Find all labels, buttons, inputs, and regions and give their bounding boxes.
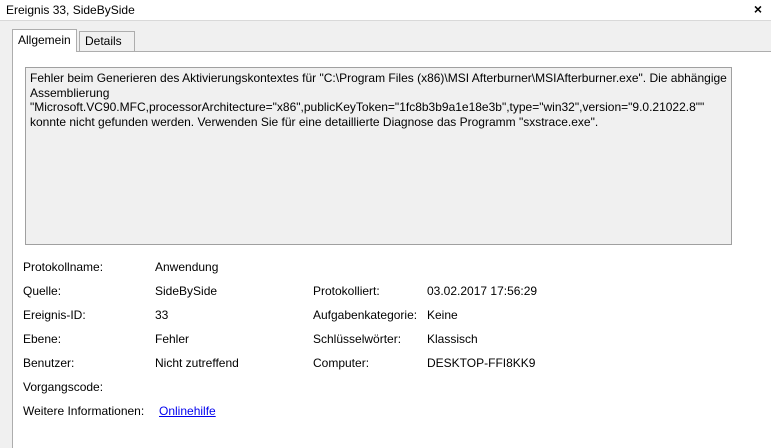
protokollname-value: Anwendung: [155, 260, 219, 274]
schluesselwoerter-value: Klassisch: [427, 332, 478, 346]
quelle-label: Quelle:: [23, 284, 62, 298]
tab-details[interactable]: Details: [79, 31, 135, 51]
ereignis-id-value: 33: [155, 308, 169, 322]
window-title: Ereignis 33, SideBySide: [6, 3, 135, 17]
quelle-value: SideBySide: [155, 284, 218, 298]
protokolliert-label: Protokolliert:: [313, 284, 380, 298]
computer-label: Computer:: [313, 356, 370, 370]
computer-value: DESKTOP-FFI8KK9: [427, 356, 536, 370]
schluesselwoerter-label: Schlüsselwörter:: [313, 332, 402, 346]
benutzer-value: Nicht zutreffend: [155, 356, 239, 370]
ebene-label: Ebene:: [23, 332, 62, 346]
title-bar: Ereignis 33, SideBySide ×: [0, 0, 771, 21]
general-panel: Fehler beim Generieren des Aktivierungsk…: [12, 51, 771, 448]
protokolliert-value: 03.02.2017 17:56:29: [427, 284, 538, 298]
tab-allgemein[interactable]: Allgemein: [12, 29, 77, 52]
ereignis-id-label: Ereignis-ID:: [23, 308, 86, 322]
close-icon: ×: [753, 1, 763, 17]
protokollname-label: Protokollname:: [23, 260, 104, 274]
benutzer-label: Benutzer:: [23, 356, 75, 370]
aufgabenkategorie-label: Aufgabenkategorie:: [313, 308, 418, 322]
weitere-informationen-label: Weitere Informationen:: [23, 404, 145, 418]
ebene-value: Fehler: [155, 332, 190, 346]
event-description[interactable]: Fehler beim Generieren des Aktivierungsk…: [25, 67, 732, 245]
aufgabenkategorie-value: Keine: [427, 308, 458, 322]
vorgangscode-label: Vorgangscode:: [23, 380, 104, 394]
close-button[interactable]: ×: [749, 0, 767, 18]
onlinehilfe-link[interactable]: Onlinehilfe: [159, 404, 216, 418]
